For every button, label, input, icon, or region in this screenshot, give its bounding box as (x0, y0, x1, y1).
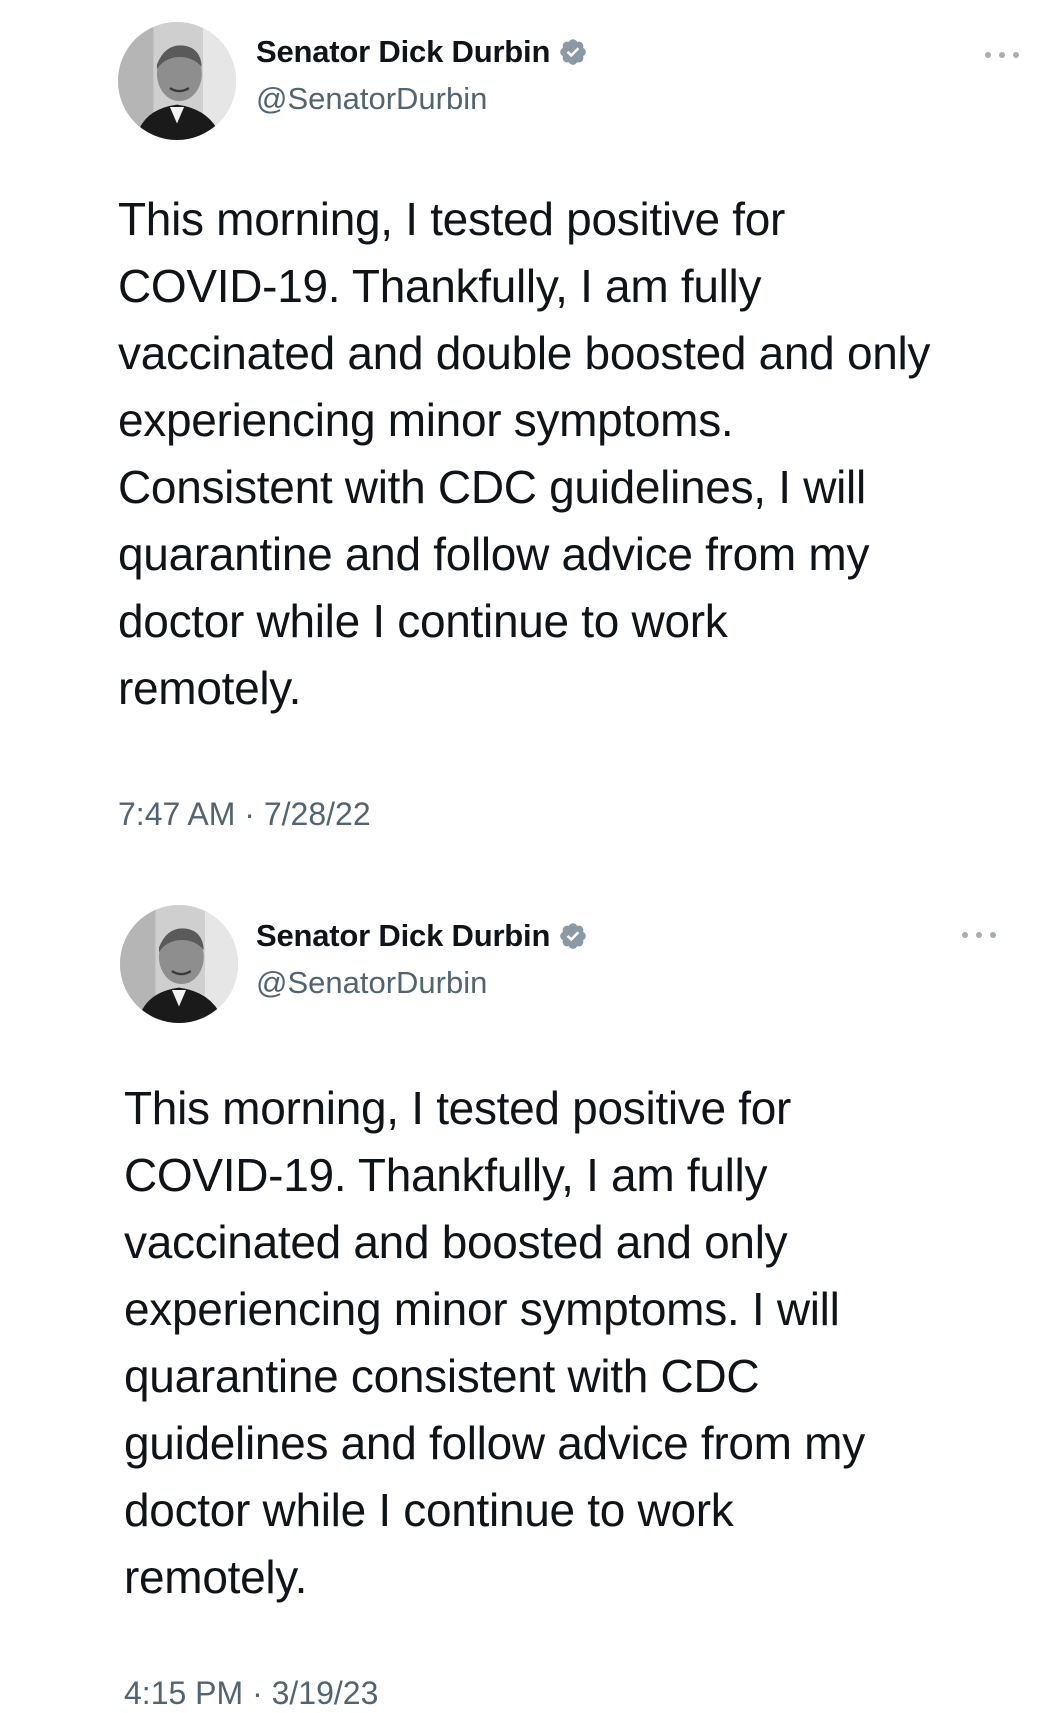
tweet[interactable]: Senator Dick Durbin @SenatorDurbin This … (0, 0, 1060, 860)
author-handle[interactable]: @SenatorDurbin (256, 83, 487, 114)
author-avatar[interactable] (118, 22, 236, 140)
tweet-timestamp[interactable]: 4:15 PM · 3/19/23 (124, 1677, 378, 1709)
more-options-icon[interactable] (962, 927, 996, 943)
more-options-icon[interactable] (985, 47, 1019, 63)
author-avatar[interactable] (120, 905, 238, 1023)
tweet-timestamp[interactable]: 7:47 AM · 7/28/22 (118, 798, 371, 830)
verified-badge-icon (560, 38, 587, 65)
avatar-photo-icon (120, 905, 238, 1023)
author-handle[interactable]: @SenatorDurbin (256, 967, 487, 998)
author-display-name[interactable]: Senator Dick Durbin (256, 920, 550, 951)
tweet-text: This morning, I tested positive for COVI… (124, 1082, 865, 1603)
tweet[interactable]: Senator Dick Durbin @SenatorDurbin This … (0, 880, 1060, 1713)
author-display-name[interactable]: Senator Dick Durbin (256, 36, 550, 67)
avatar-photo-icon (118, 22, 236, 140)
tweet-text: This morning, I tested positive for COVI… (118, 193, 931, 714)
verified-badge-icon (560, 922, 587, 949)
